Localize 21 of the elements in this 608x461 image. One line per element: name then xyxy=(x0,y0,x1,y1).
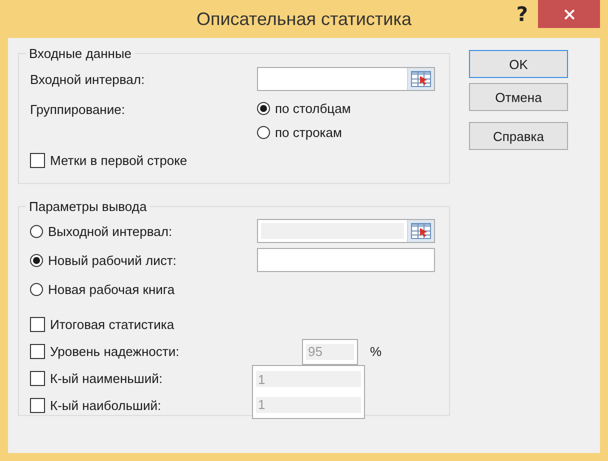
radio-option[interactable]: Новая рабочая книга xyxy=(30,280,257,298)
group-title: Параметры вывода xyxy=(28,199,148,214)
radio-option[interactable]: по строкам xyxy=(257,123,351,141)
window-title: Описательная статистика xyxy=(196,8,412,30)
close-button[interactable] xyxy=(538,0,600,28)
help-button[interactable]: ? xyxy=(516,2,528,26)
close-icon xyxy=(564,8,574,20)
dialog-button[interactable]: OK xyxy=(469,50,568,78)
percent-sign: % xyxy=(370,344,382,359)
dialog-button[interactable]: Справка xyxy=(469,122,568,150)
field-label: Группирование: xyxy=(30,102,126,119)
range-picker-icon[interactable] xyxy=(411,71,431,87)
sheet-name-field[interactable] xyxy=(257,248,435,272)
radio-option[interactable]: по столбцам xyxy=(257,99,351,117)
checkbox-option[interactable]: Итоговая статистика xyxy=(30,316,257,334)
radio-option[interactable]: Новый рабочий лист: xyxy=(30,251,257,269)
input-range-field[interactable] xyxy=(257,67,435,91)
checkbox-option[interactable]: Метки в первой строке xyxy=(30,151,437,169)
group-title: Входные данные xyxy=(28,46,133,61)
field-label: Входной интервал: xyxy=(30,72,146,86)
dialog-button[interactable]: Отмена xyxy=(469,83,568,111)
